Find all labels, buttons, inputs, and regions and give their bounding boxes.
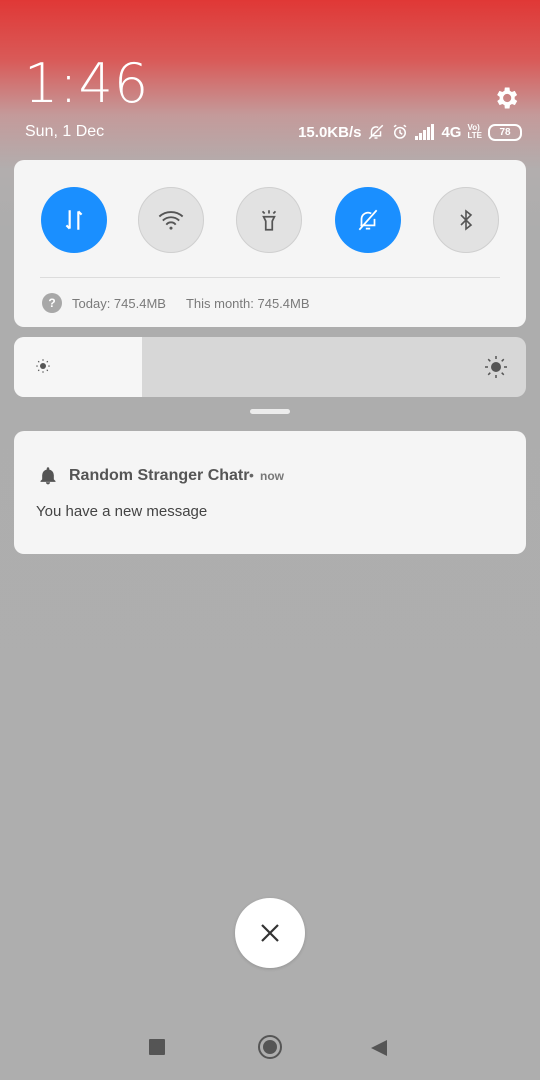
mute-icon	[367, 123, 385, 141]
toggle-flashlight[interactable]	[236, 187, 302, 253]
alarm-icon	[391, 123, 409, 141]
brightness-low-icon	[36, 359, 50, 373]
notification-message: You have a new message	[36, 503, 208, 520]
clear-all-button[interactable]	[235, 898, 305, 968]
clock-time: 1:46	[24, 52, 150, 115]
notification-app-name: Random Stranger Chatr	[69, 467, 250, 484]
toggle-mobile-data[interactable]	[41, 187, 107, 253]
toggle-bluetooth[interactable]	[433, 187, 499, 253]
notification-card[interactable]: Random Stranger Chatr • now You have a n…	[14, 431, 526, 554]
wifi-icon	[158, 211, 184, 230]
flashlight-icon	[261, 210, 277, 231]
clock-date: Sun, 1 Dec	[25, 123, 105, 140]
status-bar: 15.0KB/s 4G Vo) LTE 78	[298, 122, 522, 142]
battery-icon: 78	[488, 123, 522, 141]
mute-bell-icon	[358, 209, 378, 231]
net-speed: 15.0KB/s	[298, 123, 362, 141]
bell-icon	[40, 467, 56, 485]
help-icon: ?	[42, 293, 62, 313]
back-button[interactable]	[370, 1039, 388, 1057]
network-type: 4G	[441, 123, 462, 141]
data-arrows-icon	[65, 210, 83, 230]
signal-icon	[415, 124, 435, 140]
notification-time: now	[260, 469, 284, 483]
settings-gear-icon[interactable]	[492, 84, 520, 112]
recents-button[interactable]	[149, 1039, 165, 1055]
panel-divider	[40, 277, 500, 278]
notification-separator: •	[249, 467, 254, 483]
usage-today: Today: 745.4MB	[72, 295, 166, 311]
toggle-silent[interactable]	[335, 187, 401, 253]
brightness-high-icon	[485, 356, 507, 378]
quick-settings-panel: ? Today: 745.4MB This month: 745.4MB	[14, 160, 526, 327]
data-usage[interactable]: ? Today: 745.4MB This month: 745.4MB	[42, 293, 310, 313]
home-button[interactable]	[258, 1035, 282, 1059]
usage-month: This month: 745.4MB	[185, 295, 310, 311]
toggle-wifi[interactable]	[138, 187, 204, 253]
bluetooth-icon	[460, 209, 473, 231]
brightness-slider[interactable]	[14, 337, 526, 397]
close-icon	[261, 924, 279, 942]
home-icon	[263, 1040, 277, 1054]
drag-handle[interactable]	[250, 409, 290, 414]
volte-icon: Vo) LTE	[467, 123, 482, 140]
